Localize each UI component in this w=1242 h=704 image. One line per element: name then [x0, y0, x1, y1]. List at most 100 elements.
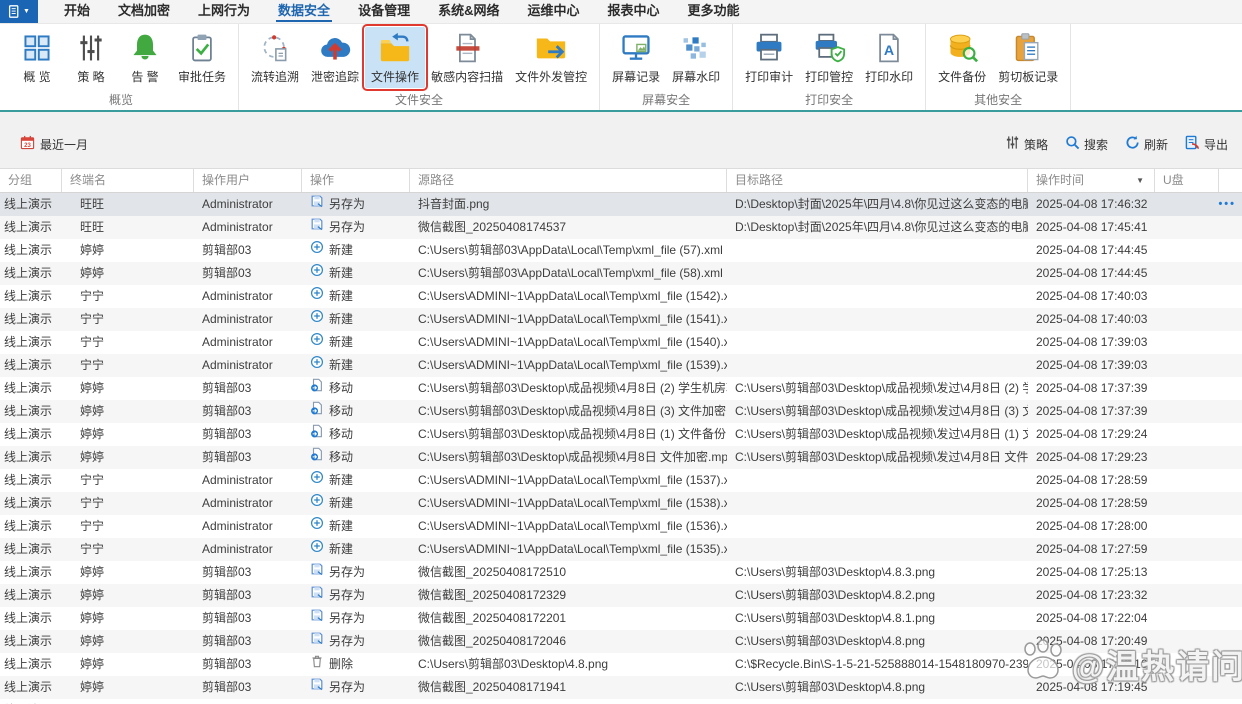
- ribbon-group-items: 屏幕记录 屏幕水印: [606, 27, 726, 91]
- column-header-time[interactable]: 操作时间 ▼: [1028, 169, 1155, 192]
- tab-more-features[interactable]: 更多功能: [674, 0, 754, 23]
- cell-source: C:\Users\ADMINI~1\AppData\Local\Temp\xml…: [418, 473, 727, 487]
- ribbon-item-file-outgoing-control[interactable]: 文件外发管控: [509, 27, 593, 88]
- app-menu-button[interactable]: ▼: [0, 0, 38, 23]
- table-row[interactable]: 线上演示 旺旺 Administrator 另存为 微信截图_2025040817453…: [0, 216, 1242, 239]
- tab-start[interactable]: 开始: [50, 0, 104, 23]
- ribbon-item-file-operations[interactable]: 文件操作: [362, 24, 429, 91]
- cell-target: [727, 492, 1028, 515]
- cell-group: 线上演示: [4, 450, 53, 464]
- table-row[interactable]: 线上演示 宁宁 Administrator 新建 C:\Users\ADMINI~1\A…: [0, 469, 1242, 492]
- table-row[interactable]: 线上演示 婷婷 剪辑部03 移动 C:\Users\剪辑部03\Desktop\成品视频…: [0, 423, 1242, 446]
- ribbon-group-print-security: 打印审计 打印管控 A 打印水印 打印安全: [733, 24, 927, 110]
- ribbon-item-approval-tasks[interactable]: 审批任务: [172, 27, 232, 88]
- operation-label: 移动: [329, 427, 354, 441]
- filter-toolbar: 23 最近一月 策略 搜索 刷新 导出: [0, 112, 1242, 168]
- ribbon-item-label: 文件外发管控: [515, 70, 588, 84]
- table-row[interactable]: 线上演示 婷婷 剪辑部03 新建 C:\Users\剪辑部03\AppData\Loca…: [0, 239, 1242, 262]
- cell-time: 2025-04-08 17:19:45: [1036, 680, 1148, 694]
- column-header-label: U盘: [1163, 173, 1184, 187]
- tab-data-security[interactable]: 数据安全: [264, 0, 344, 23]
- table-row[interactable]: 线上演示 婷婷 剪辑部03 另存为 微信截图_20250408172510 C:\User…: [0, 561, 1242, 584]
- table-row[interactable]: 线上演示 婷婷 剪辑部03 移动 C:\Users\剪辑部03\Desktop\成品视频…: [0, 400, 1242, 423]
- table-row[interactable]: 线上演示 婷婷 剪辑部03 另存为 微信截图_20250408172201 C:\User…: [0, 607, 1242, 630]
- cell-terminal: 婷婷: [80, 450, 105, 464]
- ribbon-item-print-control[interactable]: 打印管控: [799, 27, 859, 88]
- cell-group: 线上演示: [4, 634, 53, 648]
- ribbon-item-alerts-item[interactable]: 告 警: [118, 27, 172, 88]
- cell-group: 线上演示: [4, 381, 53, 395]
- table-row[interactable]: 线上演示 宁宁 Administrator 新建 C:\Users\ADMINI~1\A…: [0, 492, 1242, 515]
- ribbon-item-print-audit[interactable]: 打印审计: [739, 27, 799, 88]
- cell-op: 另存为: [302, 676, 410, 699]
- tab-web-behavior[interactable]: 上网行为: [184, 0, 264, 23]
- row-more-menu-icon[interactable]: •••: [1218, 193, 1236, 216]
- toolbar-actions: 策略 搜索 刷新 导出: [1005, 135, 1228, 153]
- cell-usb: [1155, 515, 1219, 538]
- ribbon-item-clipboard-record[interactable]: 剪切板记录: [992, 27, 1064, 88]
- ribbon-item-screen-watermark[interactable]: 屏幕水印: [666, 27, 726, 88]
- cell-group: 线上演示: [4, 657, 53, 671]
- table-row[interactable]: 线上演示: [0, 699, 1242, 704]
- tab-ops-center[interactable]: 运维中心: [513, 0, 593, 23]
- cell-op: 移动: [302, 377, 410, 400]
- table-row[interactable]: 线上演示 宁宁 Administrator 新建 C:\Users\ADMINI~1\A…: [0, 515, 1242, 538]
- table-row[interactable]: 线上演示 婷婷 剪辑部03 删除 C:\Users\剪辑部03\Desktop\4.8.…: [0, 653, 1242, 676]
- table-row[interactable]: 线上演示 婷婷 剪辑部03 另存为 微信截图_20250408172046 C:\User…: [0, 630, 1242, 653]
- cell-source: C:\Users\ADMINI~1\AppData\Local\Temp\xml…: [418, 358, 727, 372]
- table-row[interactable]: 线上演示 宁宁 Administrator 新建 C:\Users\ADMINI~1\A…: [0, 285, 1242, 308]
- cell-op: [302, 699, 410, 704]
- column-header-source[interactable]: 源路径: [410, 169, 727, 192]
- tab-system-network[interactable]: 系统&网络: [424, 0, 513, 23]
- table-row[interactable]: 线上演示 婷婷 剪辑部03 另存为 微信截图_20250408172329 C:\User…: [0, 584, 1242, 607]
- table-row[interactable]: 线上演示 宁宁 Administrator 新建 C:\Users\ADMINI~1\A…: [0, 308, 1242, 331]
- cell-time: 2025-04-08 17:23:32: [1036, 588, 1148, 602]
- filter-caret-icon[interactable]: ▼: [1136, 169, 1144, 192]
- ribbon-item-file-backup[interactable]: 文件备份: [932, 27, 992, 88]
- cell-op: 另存为: [302, 561, 410, 584]
- table-row[interactable]: 线上演示 婷婷 剪辑部03 移动 C:\Users\剪辑部03\Desktop\成品视频…: [0, 446, 1242, 469]
- table-row[interactable]: 线上演示 婷婷 剪辑部03 新建 C:\Users\剪辑部03\AppData\Loca…: [0, 262, 1242, 285]
- cell-usb: [1155, 193, 1219, 216]
- tab-report-center[interactable]: 报表中心: [593, 0, 673, 23]
- policy-button[interactable]: 策略: [1005, 135, 1048, 153]
- export-button[interactable]: 导出: [1185, 135, 1228, 153]
- ribbon-item-policy-item[interactable]: 策 略: [64, 27, 118, 88]
- tab-device-mgmt[interactable]: 设备管理: [344, 0, 424, 23]
- toolbar-action-label: 策略: [1023, 137, 1048, 152]
- table-row[interactable]: 线上演示 婷婷 剪辑部03 移动 C:\Users\剪辑部03\Desktop\成品视频…: [0, 377, 1242, 400]
- ribbon-item-circulation-trace[interactable]: 流转追溯: [245, 27, 305, 88]
- column-header-usb[interactable]: U盘: [1155, 169, 1219, 192]
- column-header-op[interactable]: 操作: [302, 169, 410, 192]
- sliders-sm-icon: [1005, 135, 1020, 153]
- ribbon-item-leak-trace[interactable]: 泄密追踪: [305, 27, 365, 88]
- table-row[interactable]: 线上演示 宁宁 Administrator 新建 C:\Users\ADMINI~1\A…: [0, 331, 1242, 354]
- operation-label: 新建: [329, 542, 354, 556]
- tab-doc-encrypt[interactable]: 文档加密: [104, 0, 184, 23]
- clipboard-doc-icon: [1012, 29, 1044, 67]
- table-row[interactable]: 线上演示 宁宁 Administrator 新建 C:\Users\ADMINI~1\A…: [0, 538, 1242, 561]
- column-header-target[interactable]: 目标路径: [727, 169, 1028, 192]
- ribbon-item-overview-item[interactable]: 概 览: [10, 27, 64, 88]
- cell-op: 移动: [302, 446, 410, 469]
- ribbon-item-screen-record[interactable]: 屏幕记录: [606, 27, 666, 88]
- column-header-user[interactable]: 操作用户: [194, 169, 302, 192]
- cell-target: [727, 469, 1028, 492]
- operation-label: 另存为: [329, 634, 366, 648]
- ribbon-item-print-watermark[interactable]: A 打印水印: [859, 27, 919, 88]
- cell-source: 微信截图_20250408172329: [418, 588, 567, 602]
- new-operation-icon: [310, 262, 324, 285]
- db-search-icon: [945, 29, 979, 67]
- printer-shield-icon: [812, 29, 846, 67]
- column-header-terminal[interactable]: 终端名: [62, 169, 194, 192]
- table-row[interactable]: 线上演示 婷婷 剪辑部03 另存为 微信截图_20250408171941 C:\User…: [0, 676, 1242, 699]
- date-range-filter[interactable]: 23 最近一月: [20, 135, 88, 153]
- cell-target: C:\Users\剪辑部03\Desktop\成品视频\发过\4月8日 (2) …: [735, 381, 1028, 395]
- cell-target: C:\Users\剪辑部03\Desktop\成品视频\发过\4月8日 (1) …: [735, 427, 1028, 441]
- table-row[interactable]: 线上演示 宁宁 Administrator 新建 C:\Users\ADMINI~1\A…: [0, 354, 1242, 377]
- ribbon-item-sensitive-content-scan[interactable]: 敏感内容扫描: [425, 27, 509, 88]
- table-row[interactable]: 线上演示 旺旺 Administrator 另存为 抖音封面.png D:\Desktop…: [0, 193, 1242, 216]
- search-button[interactable]: 搜索: [1065, 135, 1108, 153]
- refresh-button[interactable]: 刷新: [1125, 135, 1168, 153]
- column-header-group[interactable]: 分组: [0, 169, 62, 192]
